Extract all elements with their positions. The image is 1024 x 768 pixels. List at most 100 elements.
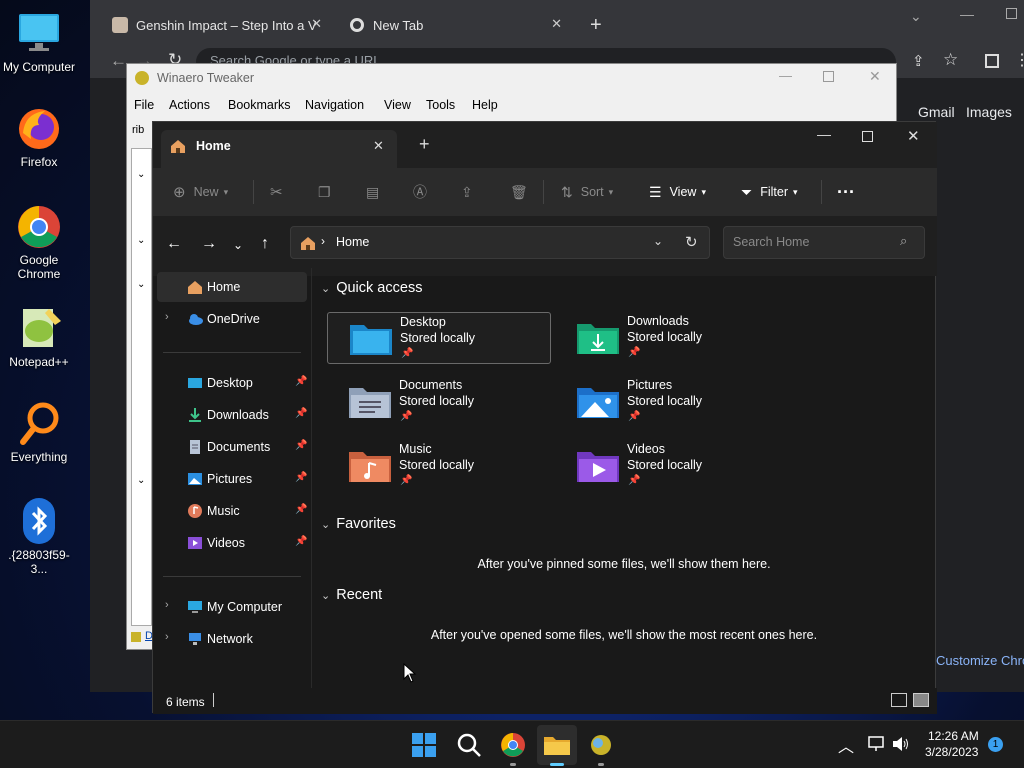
- notification-badge[interactable]: 1: [988, 737, 1003, 752]
- chrome-tab-genshin[interactable]: Genshin Impact – Step Into a Vas ✕: [102, 10, 330, 40]
- paste-button[interactable]: ▤: [366, 168, 379, 216]
- pin-icon[interactable]: 📌: [295, 504, 307, 515]
- volume-icon[interactable]: [892, 736, 910, 752]
- recent-locations-chevron-icon[interactable]: ⌄: [233, 238, 243, 252]
- chrome-tab-new-tab[interactable]: New Tab ✕: [340, 10, 570, 40]
- desktop-icon-chrome[interactable]: Google Chrome: [0, 203, 78, 281]
- copy-button[interactable]: ❐: [318, 168, 331, 216]
- show-hidden-icons-chevron-icon[interactable]: ︿: [838, 733, 854, 757]
- back-arrow-icon[interactable]: ←: [110, 51, 127, 71]
- details-view-icon[interactable]: [891, 693, 907, 707]
- chevron-right-icon[interactable]: ›: [165, 311, 169, 323]
- refresh-icon[interactable]: ↻: [685, 233, 698, 251]
- chevron-right-icon[interactable]: ›: [165, 631, 169, 643]
- pin-icon[interactable]: 📌: [295, 408, 307, 419]
- rename-button[interactable]: Ⓐ: [413, 168, 427, 216]
- up-arrow-icon[interactable]: ↑: [261, 235, 269, 253]
- quick-access-videos[interactable]: Videos Stored locally 📌: [555, 440, 779, 492]
- minimize-icon[interactable]: —: [817, 126, 831, 142]
- menu-help[interactable]: Help: [472, 98, 498, 112]
- new-button[interactable]: ⊕ New ▾: [173, 168, 228, 216]
- pin-icon[interactable]: 📌: [295, 536, 307, 547]
- quick-access-pictures[interactable]: Pictures Stored locally 📌: [555, 376, 779, 428]
- share-button[interactable]: ⇪: [461, 168, 473, 216]
- more-options-button[interactable]: ···: [837, 168, 855, 216]
- sidebar-item-network[interactable]: › Network: [157, 624, 307, 654]
- menu-tools[interactable]: Tools: [426, 98, 455, 112]
- new-tab-plus-icon[interactable]: +: [419, 134, 430, 155]
- close-tab-icon[interactable]: ✕: [551, 16, 562, 32]
- address-bar[interactable]: › Home ⌄ ↻: [290, 226, 710, 259]
- section-quick-access[interactable]: ⌄ Quick access: [321, 280, 422, 296]
- desktop-icon-everything[interactable]: Everything: [0, 400, 78, 464]
- breadcrumb-home[interactable]: Home: [336, 235, 369, 249]
- side-panel-icon[interactable]: [985, 54, 999, 68]
- search-field[interactable]: rib: [132, 124, 144, 136]
- sidebar-item-onedrive[interactable]: › OneDrive: [157, 304, 307, 334]
- back-arrow-icon[interactable]: ←: [166, 235, 182, 253]
- sidebar-item-downloads[interactable]: Downloads 📌: [157, 400, 307, 430]
- close-icon[interactable]: ✕: [907, 127, 920, 145]
- desktop-icon-firefox[interactable]: Firefox: [0, 105, 78, 169]
- quick-access-documents[interactable]: Documents Stored locally 📌: [327, 376, 551, 428]
- winaero-tweaker-icon[interactable]: [587, 731, 615, 759]
- images-link[interactable]: Images: [966, 104, 1012, 120]
- sidebar-item-my-computer[interactable]: › My Computer: [157, 592, 307, 622]
- sort-button[interactable]: ⇅ Sort ▾: [561, 168, 613, 216]
- sidebar-item-documents[interactable]: Documents 📌: [157, 432, 307, 462]
- search-box[interactable]: Search Home ⌕: [723, 226, 925, 259]
- desktop-icon-bluetooth[interactable]: .{28803f59-3...: [0, 498, 78, 576]
- tab-home[interactable]: Home ✕: [161, 130, 397, 168]
- maximize-icon[interactable]: [1006, 8, 1017, 19]
- tiles-view-icon[interactable]: [913, 693, 929, 707]
- desktop-icon-my-computer[interactable]: My Computer: [0, 10, 78, 74]
- delete-button[interactable]: 🗑: [510, 168, 528, 216]
- section-recent[interactable]: ⌄ Recent: [321, 587, 382, 603]
- tab-search-chevron-icon[interactable]: ⌄: [910, 8, 922, 25]
- desktop-icon-notepad-plus-plus[interactable]: Notepad++: [0, 305, 78, 369]
- cut-button[interactable]: ✂: [270, 168, 283, 216]
- filter-button[interactable]: ⏷ Filter ▾: [741, 168, 798, 216]
- forward-arrow-icon[interactable]: →: [201, 235, 217, 253]
- minimize-icon[interactable]: —: [779, 68, 792, 83]
- chevron-down-icon[interactable]: ⌄: [137, 169, 145, 180]
- menu-file[interactable]: File: [134, 98, 154, 112]
- address-history-chevron-icon[interactable]: ⌄: [653, 234, 663, 248]
- share-icon[interactable]: ⇪: [912, 52, 925, 70]
- menu-navigation[interactable]: Navigation: [305, 98, 364, 112]
- windows-start-icon[interactable]: [410, 731, 438, 759]
- clock-date[interactable]: 3/28/2023: [925, 745, 978, 759]
- section-favorites[interactable]: ⌄ Favorites: [321, 516, 396, 532]
- chevron-down-icon[interactable]: ⌄: [137, 279, 145, 290]
- gmail-link[interactable]: Gmail: [918, 104, 955, 120]
- network-icon[interactable]: [868, 736, 886, 752]
- sidebar-item-videos[interactable]: Videos 📌: [157, 528, 307, 558]
- menu-bookmarks[interactable]: Bookmarks: [228, 98, 291, 112]
- quick-access-downloads[interactable]: Downloads Stored locally 📌: [555, 312, 779, 364]
- new-tab-plus-icon[interactable]: +: [590, 14, 602, 37]
- bookmark-star-icon[interactable]: ☆: [943, 50, 958, 70]
- close-tab-icon[interactable]: ✕: [373, 138, 384, 154]
- close-tab-icon[interactable]: ✕: [311, 16, 322, 32]
- sidebar-item-music[interactable]: Music 📌: [157, 496, 307, 526]
- minimize-icon[interactable]: —: [960, 6, 974, 22]
- close-icon[interactable]: ✕: [869, 68, 881, 85]
- sidebar-item-home[interactable]: Home: [157, 272, 307, 302]
- chevron-right-icon[interactable]: ›: [165, 599, 169, 611]
- customize-chrome-link[interactable]: Customize Chro: [936, 653, 1024, 668]
- more-vertical-icon[interactable]: ⋮: [1014, 50, 1024, 70]
- chrome-icon[interactable]: [499, 731, 527, 759]
- chevron-down-icon[interactable]: ⌄: [137, 475, 145, 486]
- search-icon[interactable]: [455, 731, 483, 759]
- clock-time[interactable]: 12:26 AM: [928, 729, 979, 743]
- pin-icon[interactable]: 📌: [295, 440, 307, 451]
- quick-access-music[interactable]: Music Stored locally 📌: [327, 440, 551, 492]
- maximize-icon[interactable]: [862, 131, 873, 142]
- maximize-icon[interactable]: [823, 71, 834, 82]
- pin-icon[interactable]: 📌: [295, 376, 307, 387]
- menu-actions[interactable]: Actions: [169, 98, 210, 112]
- chevron-down-icon[interactable]: ⌄: [137, 235, 145, 246]
- sidebar-item-pictures[interactable]: Pictures 📌: [157, 464, 307, 494]
- view-button[interactable]: ☰ View ▾: [649, 168, 706, 216]
- menu-view[interactable]: View: [384, 98, 411, 112]
